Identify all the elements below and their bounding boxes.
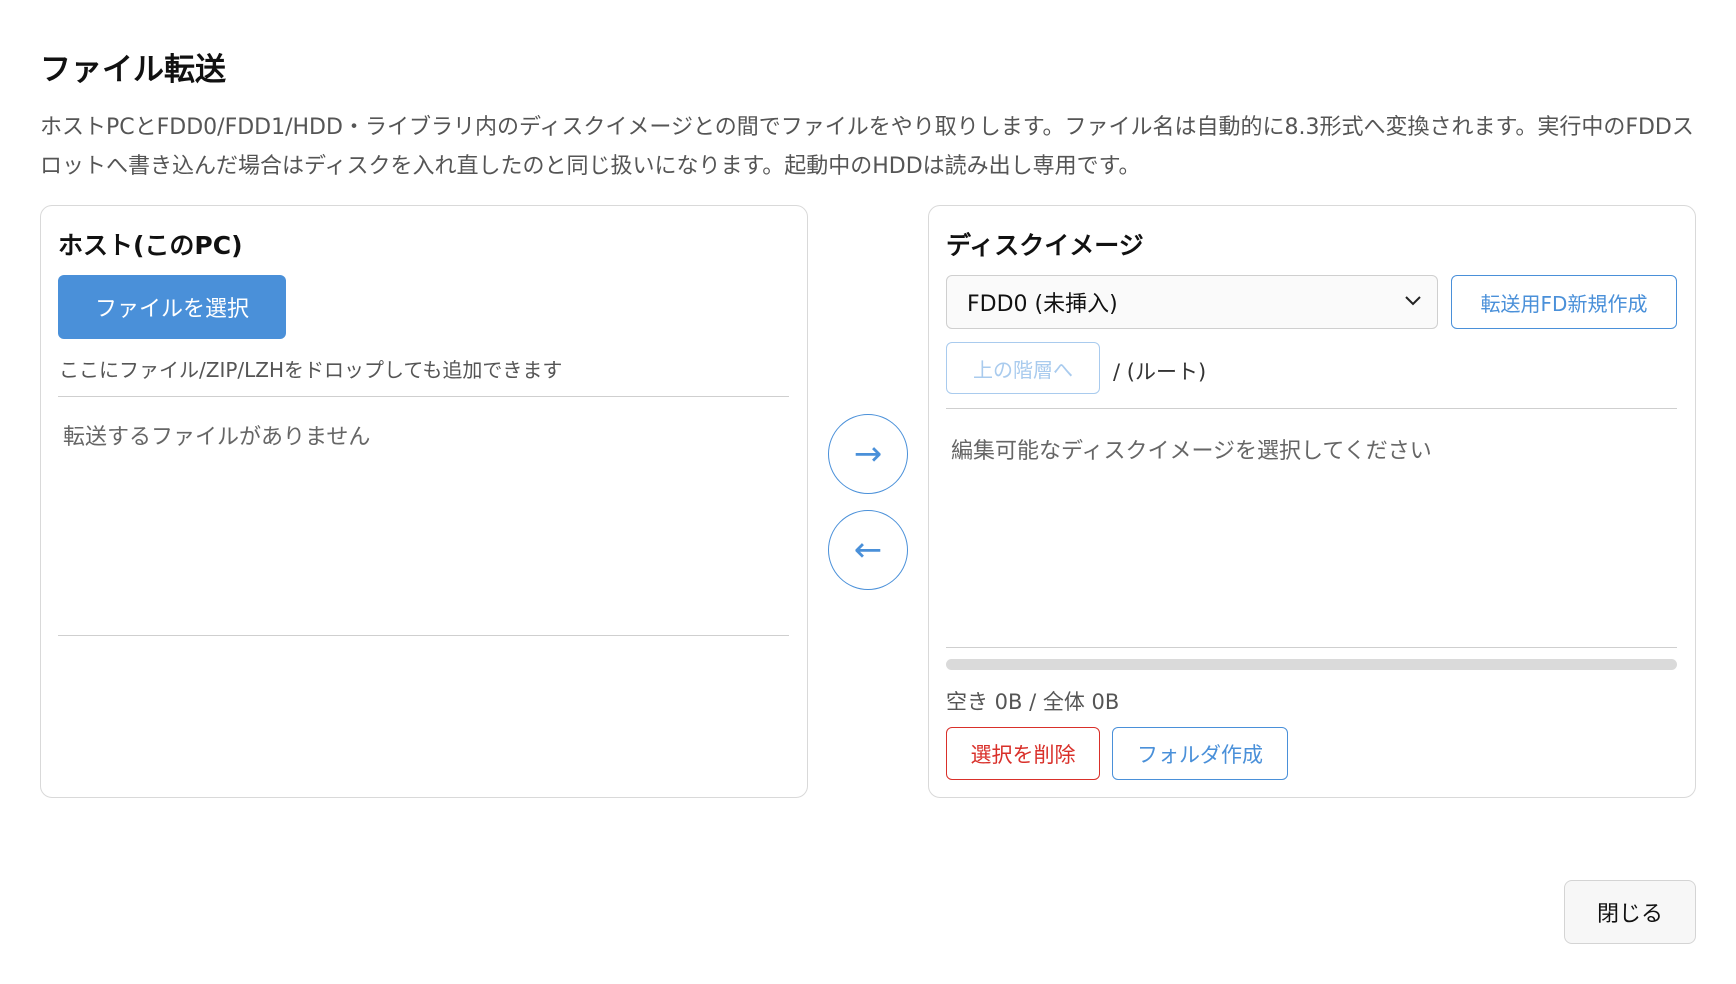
disk-image-select-value: FDD0 (未挿入) [967,292,1118,317]
host-empty-text: 転送するファイルがありません [63,425,371,450]
parent-directory-button[interactable]: 上の階層へ [946,342,1100,394]
disk-file-list[interactable]: 編集可能なディスクイメージを選択してください [946,408,1677,648]
disk-image-select[interactable]: FDD0 (未挿入) [946,275,1438,329]
drop-hint: ここにファイル/ZIP/LZHをドロップしても追加できます [59,358,563,382]
file-transfer-dialog: ファイル転送 ホストPCとFDD0/FDD1/HDD・ライブラリ内のディスクイメ… [0,0,1736,984]
close-button[interactable]: 閉じる [1564,880,1696,944]
new-transfer-fd-button[interactable]: 転送用FD新規作成 [1451,275,1677,329]
host-panel: ホスト(このPC) ファイルを選択 ここにファイル/ZIP/LZHをドロップして… [40,205,808,798]
disk-empty-text: 編集可能なディスクイメージを選択してください [951,439,1432,464]
disk-usage-bar [946,659,1677,670]
disk-usage-text: 空き 0B / 全体 0B [946,690,1120,714]
chevron-down-icon [1405,296,1421,306]
host-panel-heading: ホスト(このPC) [58,231,243,260]
choose-file-button[interactable]: ファイルを選択 [58,275,286,339]
transfer-to-disk-button[interactable]: → [828,414,908,494]
dialog-title: ファイル転送 [40,52,226,88]
current-path: / (ルート) [1113,360,1207,384]
delete-selected-button[interactable]: 選択を削除 [946,727,1100,780]
dialog-description: ホストPCとFDD0/FDD1/HDD・ライブラリ内のディスクイメージとの間でフ… [40,115,1694,179]
disk-panel: ディスクイメージ FDD0 (未挿入) 転送用FD新規作成 上の階層へ / (ル… [928,205,1696,798]
host-file-list[interactable]: 転送するファイルがありません [58,396,789,636]
arrow-right-icon: → [853,434,883,474]
create-folder-button[interactable]: フォルダ作成 [1112,727,1288,780]
disk-panel-heading: ディスクイメージ [946,231,1144,260]
transfer-to-host-button[interactable]: ← [828,510,908,590]
arrow-left-icon: ← [853,530,883,570]
